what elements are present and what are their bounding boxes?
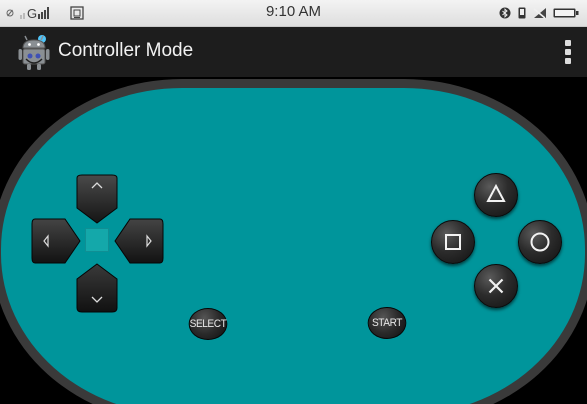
square-button[interactable] (431, 220, 475, 264)
bluetooth-icon (499, 7, 511, 19)
vibrate-icon (518, 7, 526, 19)
action-bar: Controller Mode (0, 27, 587, 77)
cross-icon (488, 278, 504, 294)
circle-button[interactable] (518, 220, 562, 264)
dpad-down-button[interactable] (74, 263, 120, 313)
dpad-center (85, 228, 109, 252)
no-signal-icon (533, 8, 546, 19)
overflow-dot (565, 58, 571, 64)
start-button[interactable]: START (367, 307, 407, 339)
status-bar-right (499, 5, 579, 21)
circle-icon (530, 232, 550, 252)
triangle-icon (486, 183, 506, 202)
screen: G 9:10 AM Controller Mode SELECT START (0, 0, 587, 404)
status-bar: G 9:10 AM (0, 0, 587, 27)
dpad-right-button[interactable] (114, 216, 164, 266)
square-icon (445, 234, 461, 250)
battery-icon (553, 8, 579, 18)
triangle-button[interactable] (474, 173, 518, 217)
app-title: Controller Mode (58, 40, 194, 61)
android-robot-icon[interactable] (16, 33, 52, 71)
overflow-dot (565, 40, 571, 46)
cross-button[interactable] (474, 264, 518, 308)
dpad-left-button[interactable] (31, 216, 81, 266)
overflow-menu-icon[interactable] (563, 40, 573, 66)
overflow-dot (565, 49, 571, 55)
select-button[interactable]: SELECT (188, 308, 228, 340)
